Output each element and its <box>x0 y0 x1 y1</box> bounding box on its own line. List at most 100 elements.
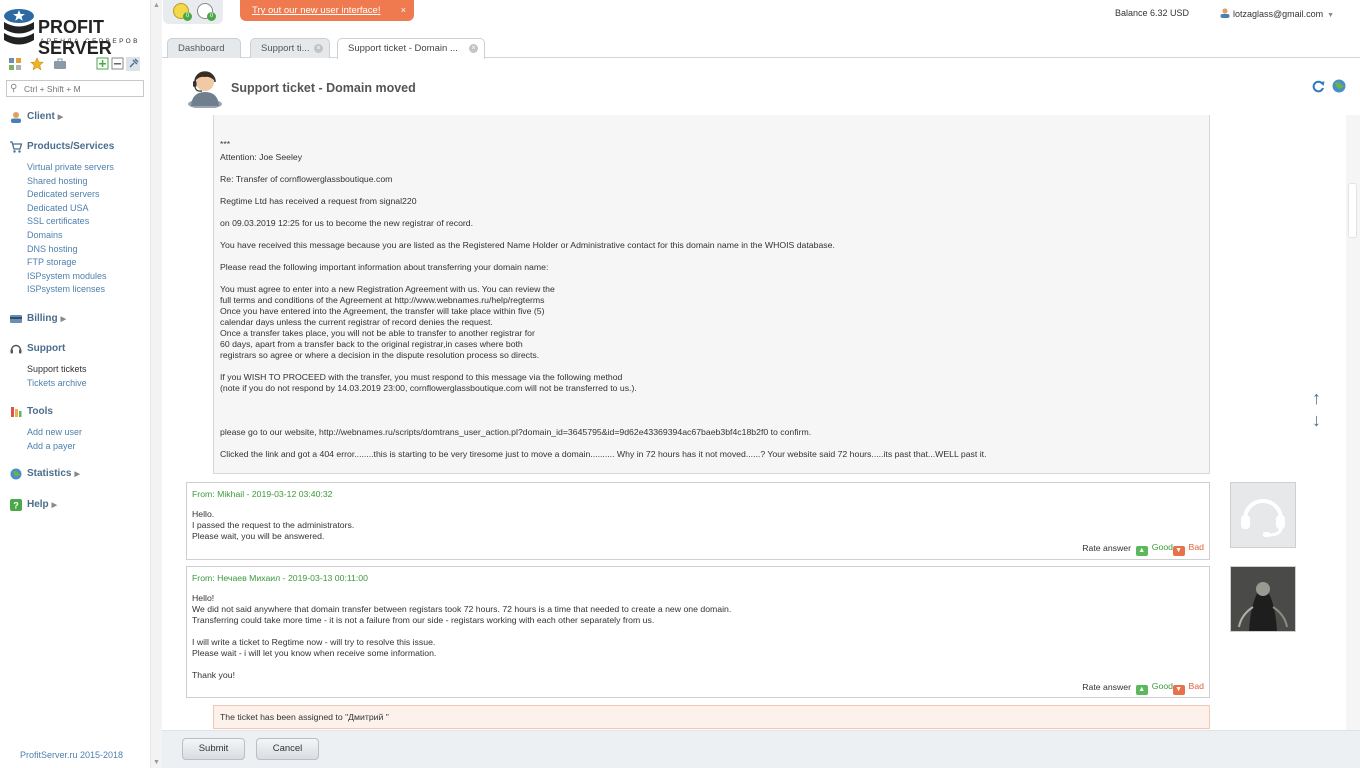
search-icon: ⚲ <box>10 83 18 94</box>
globe-icon[interactable] <box>1332 79 1346 93</box>
close-icon[interactable]: × <box>469 44 478 53</box>
svg-text:?: ? <box>13 501 19 511</box>
rate-good-button[interactable]: ▲ Good <box>1135 542 1173 556</box>
scroll-up-icon[interactable]: ▲ <box>153 2 160 9</box>
tab-ticket-domain-moved[interactable]: Support ticket - Domain ... × <box>337 38 485 59</box>
notifications: 0 0 <box>163 0 223 24</box>
sidebar-search-input[interactable] <box>24 82 140 95</box>
message-line: Please wait, you will be answered. <box>192 531 325 541</box>
message-line: registrars so agree or where a decision … <box>220 350 540 360</box>
message-line: calendar days unless the current registr… <box>220 317 493 327</box>
thumbs-down-icon: ▼ <box>1172 685 1185 695</box>
nav-head-billing[interactable]: Billing ▶ <box>10 312 150 326</box>
notification-bulb-icon[interactable]: 0 <box>173 3 192 21</box>
rate-good-button[interactable]: ▲ Good <box>1135 681 1173 695</box>
user-menu[interactable]: lotzaglass@gmail.com ▼ <box>1220 8 1334 19</box>
nav-label-products: Products/Services <box>27 141 115 152</box>
sidebar-item-isp-licenses[interactable]: ISPsystem licenses <box>27 283 150 297</box>
message-line: Once you have entered into the Agreement… <box>220 306 545 316</box>
chevron-right-icon: ▶ <box>57 114 64 121</box>
expand-all-icon[interactable] <box>96 57 110 71</box>
thumbs-up-icon: ▲ <box>1135 685 1148 695</box>
sidebar-scrollbar[interactable]: ▲ ▼ <box>150 0 162 768</box>
rate-bad-button[interactable]: ▼ Bad <box>1172 681 1204 695</box>
refresh-icon[interactable] <box>1312 80 1325 93</box>
tab-support-tickets[interactable]: Support ti... × <box>250 38 330 58</box>
pin-icon[interactable] <box>126 57 140 71</box>
billing-icon <box>10 315 22 323</box>
rate-bad-button[interactable]: ▼ Bad <box>1172 542 1204 556</box>
logo-icon <box>4 9 34 45</box>
page-title: Support ticket - Domain moved <box>231 81 416 95</box>
nav-head-client[interactable]: Client ▶ <box>10 110 150 124</box>
headset-icon <box>10 344 22 354</box>
sidebar-item-domains[interactable]: Domains <box>27 229 150 243</box>
scroll-arrows[interactable]: ↑ ↓ <box>1312 387 1326 431</box>
form-footer: Submit Cancel <box>162 730 1360 768</box>
logo[interactable]: PROFIT SERVER АРЕНДА СЕРВЕРОВ <box>2 7 152 58</box>
nav-group-billing: Billing ▶ <box>10 312 150 326</box>
headset-icon <box>1241 499 1285 537</box>
notification-bulb-icon[interactable]: 0 <box>197 3 216 21</box>
chevron-right-icon: ▶ <box>60 316 66 323</box>
sidebar-item-ssl-certificates[interactable]: SSL certificates <box>27 215 150 229</box>
tools-icon <box>11 407 22 417</box>
message-line: Please wait - i will let you know when r… <box>192 648 437 658</box>
rate-answer-label: Rate answer <box>1082 682 1131 692</box>
sidebar-item-shared-hosting[interactable]: Shared hosting <box>27 175 150 189</box>
sidebar-item-tickets-archive[interactable]: Tickets archive <box>27 377 150 391</box>
sidebar-item-add-payer[interactable]: Add a payer <box>27 440 150 454</box>
close-icon[interactable]: × <box>314 44 323 53</box>
scrollbar-thumb[interactable] <box>1348 183 1357 238</box>
rate-answer-label: Rate answer <box>1082 543 1131 553</box>
sidebar-search[interactable]: ⚲ <box>6 80 144 97</box>
new-interface-link[interactable]: Try out our new user interface! <box>252 5 380 16</box>
sidebar-item-dns-hosting[interactable]: DNS hosting <box>27 243 150 257</box>
sidebar-item-isp-modules[interactable]: ISPsystem modules <box>27 270 150 284</box>
globe-icon <box>10 468 22 480</box>
nav-group-tools: Tools Add new user Add a payer <box>10 405 150 453</box>
briefcase-icon[interactable] <box>53 57 67 71</box>
nav-label-billing: Billing <box>27 313 58 324</box>
sidebar-toolbar <box>8 57 148 73</box>
star-icon[interactable] <box>30 57 44 71</box>
arrow-up-icon[interactable]: ↑ <box>1312 387 1326 409</box>
message-line: If you WISH TO PROCEED with the transfer… <box>220 372 623 382</box>
grid-icon[interactable] <box>8 57 22 71</box>
tab-label: Dashboard <box>178 43 225 54</box>
tab-dashboard[interactable]: Dashboard <box>167 38 241 58</box>
main-scrollbar[interactable] <box>1346 115 1360 730</box>
close-icon[interactable]: × <box>401 0 406 21</box>
nav-head-products[interactable]: Products/Services <box>10 140 150 154</box>
help-icon: ? <box>10 499 22 511</box>
arrow-down-icon[interactable]: ↓ <box>1312 409 1326 431</box>
sidebar: PROFIT SERVER АРЕНДА СЕРВЕРОВ ⚲ Client▶ … <box>0 0 152 768</box>
nav-group-products: Products/Services Virtual private server… <box>10 140 150 297</box>
collapse-all-icon[interactable] <box>111 57 125 71</box>
tab-label: Support ticket - Domain ... <box>348 43 458 54</box>
brand-tagline: АРЕНДА СЕРВЕРОВ <box>40 38 140 45</box>
staff-reply: From: Mikhail - 2019-03-12 03:40:32 Hell… <box>186 482 1210 560</box>
sidebar-item-ftp-storage[interactable]: FTP storage <box>27 256 150 270</box>
nav-head-help[interactable]: ? Help ▶ <box>10 498 150 512</box>
sidebar-footer[interactable]: ProfitServer.ru 2015-2018 <box>20 750 123 760</box>
nav-head-support[interactable]: Support <box>10 342 150 356</box>
nav-head-statistics[interactable]: Statistics ▶ <box>10 467 150 481</box>
sidebar-item-dedicated-servers[interactable]: Dedicated servers <box>27 188 150 202</box>
cancel-button[interactable]: Cancel <box>256 738 319 760</box>
nav-head-tools[interactable]: Tools <box>10 405 150 419</box>
sidebar-item-add-user[interactable]: Add new user <box>27 426 150 440</box>
message-line: Once a transfer takes place, you will no… <box>220 328 535 338</box>
rate-bad-label: Bad <box>1188 542 1204 552</box>
message-line: We did not said anywhere that domain tra… <box>192 604 732 614</box>
scroll-down-icon[interactable]: ▼ <box>153 759 160 766</box>
message-line: I passed the request to the administrato… <box>192 520 355 530</box>
submit-button[interactable]: Submit <box>182 738 245 760</box>
sidebar-item-support-tickets[interactable]: Support tickets <box>27 363 150 377</box>
nav-group-support: Support Support tickets Tickets archive <box>10 342 150 390</box>
message-line: Re: Transfer of cornflowerglassboutique.… <box>220 174 393 184</box>
sidebar-item-dedicated-usa[interactable]: Dedicated USA <box>27 202 150 216</box>
message-line: Please read the following important info… <box>220 262 549 272</box>
sidebar-item-vps[interactable]: Virtual private servers <box>27 161 150 175</box>
staff-avatar <box>1230 482 1296 548</box>
